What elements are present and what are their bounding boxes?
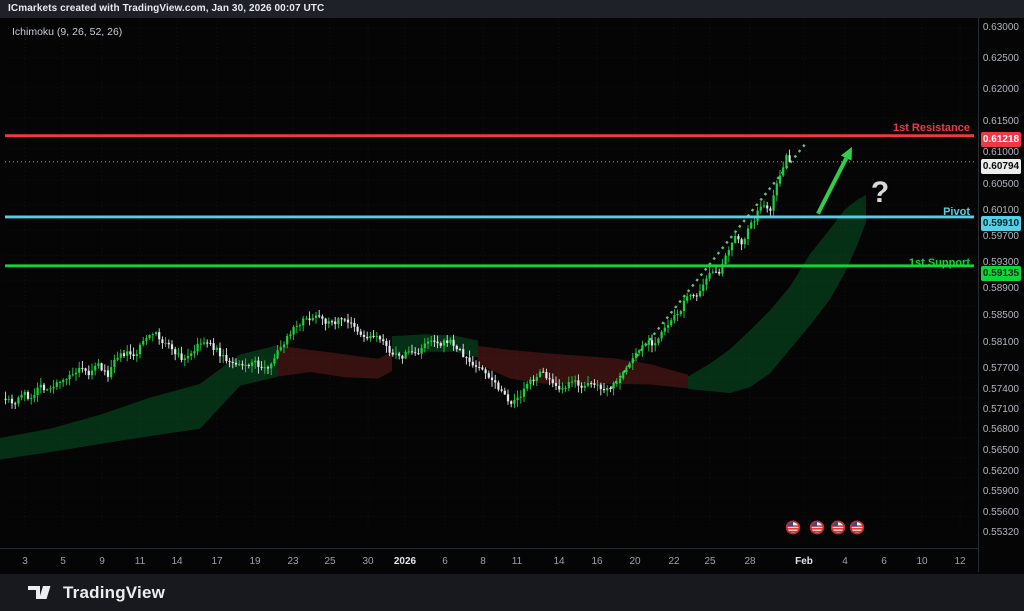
chart-canvas[interactable]: [0, 18, 978, 572]
tradingview-logo-icon[interactable]: [28, 585, 54, 601]
price-tick-label: 0.61000: [983, 147, 1019, 159]
event-flag-icon[interactable]: [811, 521, 824, 533]
price-tick-label: 0.63000: [983, 22, 1019, 34]
level-label-resistance[interactable]: 1st Resistance: [893, 122, 970, 134]
arrow-annotation[interactable]: [818, 147, 852, 214]
indicator-label: Ichimoku (9, 26, 52, 26): [12, 26, 122, 38]
price-badge-resistance: 0.61218: [981, 132, 1021, 147]
price-tick-label: 0.61500: [983, 116, 1019, 128]
price-badge-current: 0.60794: [981, 159, 1021, 174]
price-axis[interactable]: 0.63000 0.62500 0.62000 0.61500 0.61000 0.605…: [978, 18, 1024, 572]
chart-pane[interactable]: Ichimoku (9, 26, 52, 26) 1st Resistance P…: [0, 18, 978, 572]
time-tick-label: 11: [495, 556, 539, 567]
price-tick-label: 0.56500: [983, 445, 1019, 457]
price-tick-label: 0.58100: [983, 337, 1019, 349]
time-tick-label: 25: [688, 556, 732, 567]
price-tick-label: 0.57100: [983, 404, 1019, 416]
time-tick-label: 14: [155, 556, 199, 567]
price-tick-label: 0.57700: [983, 363, 1019, 375]
event-flag-icon[interactable]: [832, 521, 845, 533]
level-label-support[interactable]: 1st Support: [909, 257, 970, 269]
price-badge-support: 0.59135: [981, 266, 1021, 281]
time-tick-label: 5: [41, 556, 85, 567]
time-tick-label: 12: [938, 556, 982, 567]
price-tick-label: 0.55600: [983, 507, 1019, 519]
price-tick-label: 0.55320: [983, 527, 1019, 539]
time-tick-label: 4: [823, 556, 867, 567]
price-tick-label: 0.55900: [983, 486, 1019, 498]
price-tick-label: 0.57400: [983, 384, 1019, 396]
candlestick-series: [5, 150, 791, 409]
question-mark-annotation[interactable]: ?: [866, 176, 894, 210]
price-tick-label: 0.62500: [983, 53, 1019, 65]
price-tick-label: 0.58900: [983, 283, 1019, 295]
level-label-pivot[interactable]: Pivot: [943, 206, 970, 218]
footer-bar: TradingView: [0, 574, 1024, 611]
price-tick-label: 0.58500: [983, 310, 1019, 322]
event-flag-icon[interactable]: [787, 521, 800, 533]
price-tick-label: 0.62000: [983, 84, 1019, 96]
event-flag-icon[interactable]: [851, 521, 864, 533]
ichimoku-cloud: [0, 195, 866, 460]
price-tick-label: 0.56200: [983, 466, 1019, 478]
time-tick-label: 28: [728, 556, 772, 567]
header-bar: ICmarkets created with TradingView.com, …: [0, 0, 1024, 18]
price-tick-label: 0.60500: [983, 179, 1019, 191]
price-tick-label: 0.56800: [983, 424, 1019, 436]
time-tick-label: 20: [613, 556, 657, 567]
time-tick-label: Feb: [782, 556, 826, 567]
brand-name: TradingView: [63, 583, 165, 603]
tradingview-chart-window: ICmarkets created with TradingView.com, …: [0, 0, 1024, 611]
attribution-text: ICmarkets created with TradingView.com, …: [8, 3, 324, 14]
price-tick-label: 0.59700: [983, 231, 1019, 243]
price-badge-pivot: 0.59910: [981, 216, 1021, 231]
time-axis[interactable]: 3591114171923253020266811141620222528Feb…: [0, 548, 978, 572]
time-tick-label: 2026: [383, 556, 427, 567]
